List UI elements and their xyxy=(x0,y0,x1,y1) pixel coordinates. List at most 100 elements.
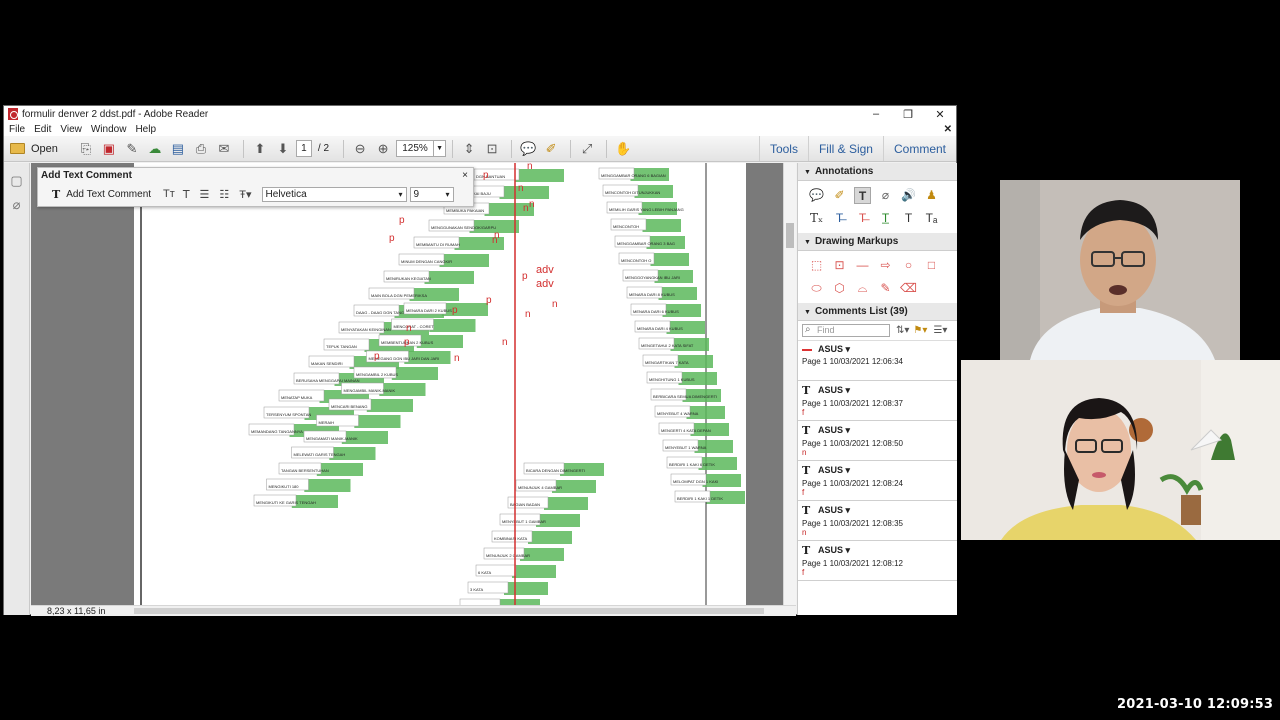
comment-item[interactable]: T ASUS ▾ Page 1 10/03/2021 12:08:35 n xyxy=(798,501,957,541)
comment-item[interactable]: ASUS ▾ Page 1 10/03/2021 12:06:34 xyxy=(798,341,957,381)
document-viewport[interactable]: PERSONAL SOSIAL ADAPTIF - MOTORIK HALUS DG… xyxy=(31,163,783,605)
sticky-note-tool-icon[interactable]: 💬 xyxy=(808,187,825,204)
author-name[interactable]: ASUS ▾ xyxy=(818,344,850,355)
fit-width-icon[interactable]: ⊡ xyxy=(482,139,502,159)
author-name[interactable]: ASUS ▾ xyxy=(818,425,850,436)
add-text-comment-button[interactable]: Add Text Comment xyxy=(66,189,151,200)
right-item-label: MENCONTOH xyxy=(613,224,639,229)
fill-sign-link[interactable]: Fill & Sign xyxy=(807,136,883,161)
print-icon[interactable]: ⎙ xyxy=(191,139,211,159)
comment-item[interactable]: T ASUS ▾ Page 1 10/03/2021 12:08:37 f xyxy=(798,381,957,421)
pdf-page[interactable]: PERSONAL SOSIAL ADAPTIF - MOTORIK HALUS DG… xyxy=(134,163,746,605)
menu-view[interactable]: View xyxy=(60,124,82,135)
filter-icon[interactable]: ⚑▾ xyxy=(913,325,927,336)
comment-link[interactable]: Comment xyxy=(882,136,956,161)
stamp-icon[interactable]: ♟ xyxy=(923,187,940,204)
close-window-button[interactable]: ✕ xyxy=(924,108,956,121)
cloud-tool-icon[interactable]: ⬭ xyxy=(808,280,825,297)
oval-tool-icon[interactable]: ○ xyxy=(900,257,917,274)
connected-lines-icon[interactable]: ⌓ xyxy=(854,280,871,297)
text-color-icon[interactable]: Ŧ▾ xyxy=(239,188,251,201)
fit-page-icon[interactable]: ⇕ xyxy=(459,139,479,159)
sticky-note-icon[interactable]: 💬 xyxy=(518,139,538,159)
page-number-input[interactable]: 1 xyxy=(295,140,312,157)
comment-item[interactable]: T ASUS ▾ Page 1 10/03/2021 12:08:50 n xyxy=(798,421,957,461)
annotation-tools-row-2: Tₓ T̶ T̶ T̲ T Tₐ xyxy=(798,204,957,233)
pages-thumbnail-icon[interactable]: ▢ xyxy=(10,173,24,188)
vertical-scroll-thumb[interactable] xyxy=(786,223,794,248)
motorik-item-label: MELEWATI GARIS TENGAH xyxy=(294,452,346,457)
text-callout-icon[interactable]: ⬚ xyxy=(808,257,825,274)
font-select[interactable]: Helvetica xyxy=(261,186,407,202)
drawing-markups-header[interactable]: ▼ Drawing Markups xyxy=(798,233,957,251)
close-comment-toolbar-icon[interactable]: × xyxy=(462,168,468,183)
sort-icon[interactable]: ⇅▾ xyxy=(896,325,909,336)
zoom-in-icon[interactable]: ⊕ xyxy=(373,139,393,159)
zoom-dropdown-icon[interactable]: ▼ xyxy=(434,140,447,157)
minimize-button[interactable]: – xyxy=(860,108,892,120)
paragraph-spacing-icon[interactable]: ☷ xyxy=(219,188,229,201)
zoom-input[interactable]: 125% xyxy=(396,140,435,157)
font-size-select[interactable]: 9 xyxy=(409,186,454,202)
line-tool-icon[interactable]: — xyxy=(854,257,871,274)
menu-help[interactable]: Help xyxy=(135,124,156,135)
email-icon[interactable]: ✉ xyxy=(214,139,234,159)
strikethrough-icon[interactable]: T̶ xyxy=(854,210,871,227)
options-icon[interactable]: ☰▾ xyxy=(933,325,947,336)
hand-tool-icon[interactable]: ✋ xyxy=(613,139,633,159)
open-label: Open xyxy=(31,142,58,155)
comments-list-header[interactable]: ▼ Comments List (39) xyxy=(798,303,957,321)
language-item-bar xyxy=(528,531,572,544)
insert-text-icon[interactable]: Tₓ xyxy=(808,210,825,227)
highlight-icon[interactable]: ✐ xyxy=(541,139,561,159)
create-pdf-icon[interactable]: ⎘ xyxy=(76,139,96,159)
zoom-out-icon[interactable]: ⊖ xyxy=(350,139,370,159)
horizontal-scrollbar[interactable]: 8,23 x 11,65 in xyxy=(31,605,796,616)
polygon-tool-icon[interactable]: ⬡ xyxy=(831,280,848,297)
find-comment-input[interactable]: Find xyxy=(802,324,890,337)
textbox-tool-icon[interactable]: ⊡ xyxy=(831,257,848,274)
rectangle-tool-icon[interactable]: □ xyxy=(923,257,940,274)
cloud-upload-icon[interactable]: ☁ xyxy=(145,139,165,159)
text-correction-icon[interactable]: T xyxy=(900,210,917,227)
text-size-up-icon[interactable]: ꓔ xyxy=(183,188,190,201)
horizontal-scroll-thumb[interactable] xyxy=(134,608,764,614)
record-audio-icon[interactable]: 🔊 xyxy=(900,187,917,204)
close-document-icon[interactable]: ✕ xyxy=(944,124,952,135)
right-item-label: MENYEBUT 4 WARNA xyxy=(657,411,699,416)
next-page-icon[interactable]: ⬇ xyxy=(273,139,293,159)
underline-icon[interactable]: T̲ xyxy=(877,210,894,227)
author-name[interactable]: ASUS ▾ xyxy=(818,545,850,556)
pencil-tool-icon[interactable]: ✎ xyxy=(877,280,894,297)
eraser-tool-icon[interactable]: ⌫ xyxy=(900,280,917,297)
menu-file[interactable]: File xyxy=(9,124,25,135)
comment-item[interactable]: T ASUS ▾ Page 1 10/03/2021 12:08:24 f xyxy=(798,461,957,501)
tools-link[interactable]: Tools xyxy=(758,136,808,161)
comment-item[interactable]: T ASUS ▾ Page 1 10/03/2021 12:08:12 f xyxy=(798,541,957,581)
red-annotation-mark: n xyxy=(518,183,524,194)
annotations-header[interactable]: ▼ Annotations xyxy=(798,163,957,181)
text-box-icon[interactable]: Tₐ xyxy=(923,210,940,227)
replace-text-icon[interactable]: T̶ xyxy=(831,210,848,227)
arrow-tool-icon[interactable]: ⇨ xyxy=(877,257,894,274)
attach-file-icon[interactable]: ⌀ xyxy=(877,187,894,204)
edit-icon[interactable]: ✎ xyxy=(122,139,142,159)
vertical-scrollbar[interactable] xyxy=(783,163,796,605)
menu-window[interactable]: Window xyxy=(91,124,127,135)
text-size-down-icon[interactable]: Tт xyxy=(163,188,175,200)
menu-edit[interactable]: Edit xyxy=(34,124,51,135)
add-text-comment-tool-icon[interactable]: T xyxy=(854,187,871,204)
author-name[interactable]: ASUS ▾ xyxy=(818,385,850,396)
highlight-tool-icon[interactable]: ✐ xyxy=(831,187,848,204)
author-name[interactable]: ASUS ▾ xyxy=(818,505,850,516)
full-screen-icon[interactable]: ⤢ xyxy=(577,139,597,159)
save-icon[interactable]: ▤ xyxy=(168,139,188,159)
attachments-icon[interactable]: ⌀ xyxy=(10,197,24,212)
open-button[interactable]: Open xyxy=(10,143,58,155)
previous-page-icon[interactable]: ⬆ xyxy=(250,139,270,159)
create-from-icon[interactable]: ▣ xyxy=(99,139,119,159)
line-spacing-icon[interactable]: ☰ xyxy=(200,188,210,201)
comment-meta: Page 1 10/03/2021 12:08:24 xyxy=(802,479,903,488)
maximize-button[interactable]: ❐ xyxy=(892,108,924,121)
author-name[interactable]: ASUS ▾ xyxy=(818,465,850,476)
